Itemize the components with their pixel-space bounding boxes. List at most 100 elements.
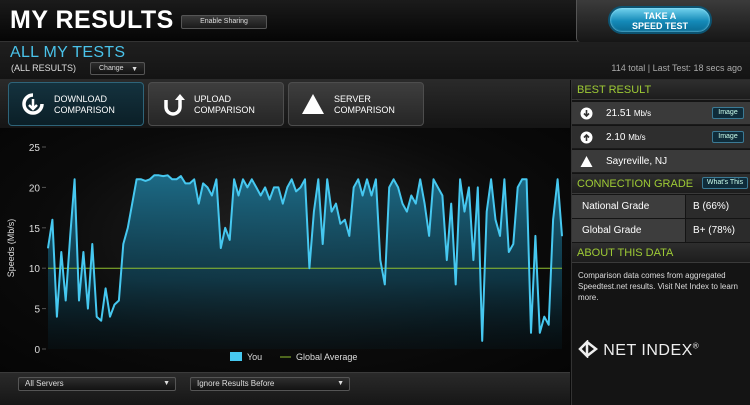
- data-point: [60, 251, 62, 253]
- registered-mark: ®: [692, 341, 700, 351]
- data-point: [229, 239, 231, 241]
- data-point: [370, 194, 373, 197]
- data-point: [105, 287, 107, 289]
- net-index-logo[interactable]: NET INDEX®: [578, 338, 700, 360]
- enable-sharing-button[interactable]: Enable Sharing: [181, 15, 267, 29]
- data-point: [109, 316, 111, 318]
- speed-chart: 0 5 10 15 20 25 Speeds (Mb/s) You Global Average: [0, 128, 570, 372]
- y-tick-label: 15: [29, 224, 41, 235]
- download-refresh-icon: [22, 93, 44, 115]
- global-grade-row: Global Grade B+ (78%): [572, 219, 750, 242]
- data-point: [211, 194, 213, 197]
- connection-grade-header: CONNECTION GRADE What's This: [572, 174, 750, 194]
- server-comparison-line2: COMPARISON: [334, 105, 395, 115]
- data-point: [512, 243, 514, 245]
- about-data-text: Comparison data comes from aggregated Sp…: [578, 271, 738, 302]
- data-point: [69, 235, 71, 237]
- data-point: [113, 303, 116, 306]
- about-data-header: ABOUT THIS DATA: [572, 243, 750, 263]
- data-point: [91, 243, 93, 245]
- data-point: [446, 259, 448, 261]
- data-point: [401, 202, 404, 205]
- servers-select-value: All Servers: [25, 379, 64, 388]
- data-point: [246, 186, 248, 188]
- data-point: [450, 202, 452, 205]
- data-point: [397, 186, 399, 188]
- data-point: [330, 211, 333, 213]
- best-upload-row: 2.10 Mb/s Image: [572, 126, 750, 149]
- upload-comparison-button[interactable]: UPLOAD COMPARISON: [148, 82, 284, 126]
- data-point: [286, 186, 288, 188]
- data-point: [73, 178, 76, 180]
- data-point: [162, 175, 164, 177]
- caret-down-icon: ▼: [337, 380, 344, 387]
- data-point: [299, 186, 302, 188]
- data-point: [78, 299, 80, 302]
- data-point: [277, 186, 280, 188]
- data-point: [308, 267, 311, 269]
- data-point: [521, 178, 523, 180]
- data-point: [149, 178, 151, 180]
- data-point: [251, 178, 253, 180]
- sub-header: ALL MY TESTS (ALL RESULTS) Change ▼ 114 …: [0, 42, 750, 80]
- data-point: [220, 247, 222, 249]
- data-point: [508, 251, 510, 253]
- data-point: [202, 182, 204, 184]
- best-server-row: Sayreville, NJ: [572, 150, 750, 173]
- take-speed-test-button[interactable]: TAKE A SPEED TEST: [608, 6, 712, 34]
- data-point: [304, 178, 306, 180]
- data-point: [375, 178, 377, 180]
- servers-select[interactable]: All Servers ▼: [18, 377, 176, 391]
- data-point: [264, 186, 266, 188]
- change-filter-button[interactable]: Change ▼: [90, 62, 145, 75]
- data-point: [184, 182, 186, 184]
- data-point: [153, 174, 155, 176]
- data-point: [432, 178, 435, 180]
- y-tick-label: 5: [34, 305, 40, 316]
- data-point: [437, 186, 439, 188]
- ignore-results-select[interactable]: Ignore Results Before ▼: [190, 377, 350, 391]
- global-grade-label: Global Grade: [572, 219, 685, 242]
- y-tick-label: 25: [29, 143, 41, 154]
- data-point: [490, 178, 492, 180]
- data-point: [393, 178, 395, 180]
- download-image-button[interactable]: Image: [712, 107, 744, 119]
- data-point: [206, 186, 209, 188]
- data-point: [131, 202, 133, 205]
- legend-you-swatch: [230, 352, 242, 361]
- whats-this-button[interactable]: What's This: [702, 177, 748, 189]
- data-point: [237, 194, 240, 197]
- server-comparison-button[interactable]: SERVER COMPARISON: [288, 82, 424, 126]
- data-point: [268, 198, 271, 201]
- comparison-toolbar: DOWNLOAD COMPARISON UPLOAD COMPARISON SE…: [0, 80, 570, 128]
- data-point: [96, 316, 98, 318]
- data-point: [472, 259, 474, 261]
- data-point: [171, 178, 173, 180]
- data-point: [122, 243, 124, 245]
- data-point: [552, 219, 554, 221]
- data-point: [339, 223, 342, 225]
- data-point: [335, 202, 337, 205]
- data-point: [494, 219, 497, 221]
- upload-comparison-line2: COMPARISON: [194, 105, 255, 115]
- data-point: [255, 186, 257, 188]
- national-grade-value: B (66%): [686, 195, 750, 218]
- filter-label: (ALL RESULTS): [11, 63, 77, 73]
- data-point: [419, 178, 421, 180]
- upload-circle-icon: [580, 131, 593, 144]
- data-point: [127, 227, 129, 229]
- caret-down-icon: ▼: [163, 380, 170, 387]
- net-index-logo-text: NET INDEX: [603, 342, 693, 359]
- y-tick-label: 10: [29, 264, 41, 275]
- data-point: [242, 178, 244, 180]
- data-point: [313, 211, 315, 213]
- data-point: [477, 186, 479, 188]
- data-point: [260, 194, 262, 197]
- upload-arrow-icon: [164, 94, 185, 116]
- data-point: [282, 202, 284, 205]
- national-grade-row: National Grade B (66%): [572, 195, 750, 218]
- data-point: [415, 202, 417, 205]
- download-comparison-button[interactable]: DOWNLOAD COMPARISON: [8, 82, 144, 126]
- upload-image-button[interactable]: Image: [712, 131, 744, 143]
- data-point: [198, 202, 200, 205]
